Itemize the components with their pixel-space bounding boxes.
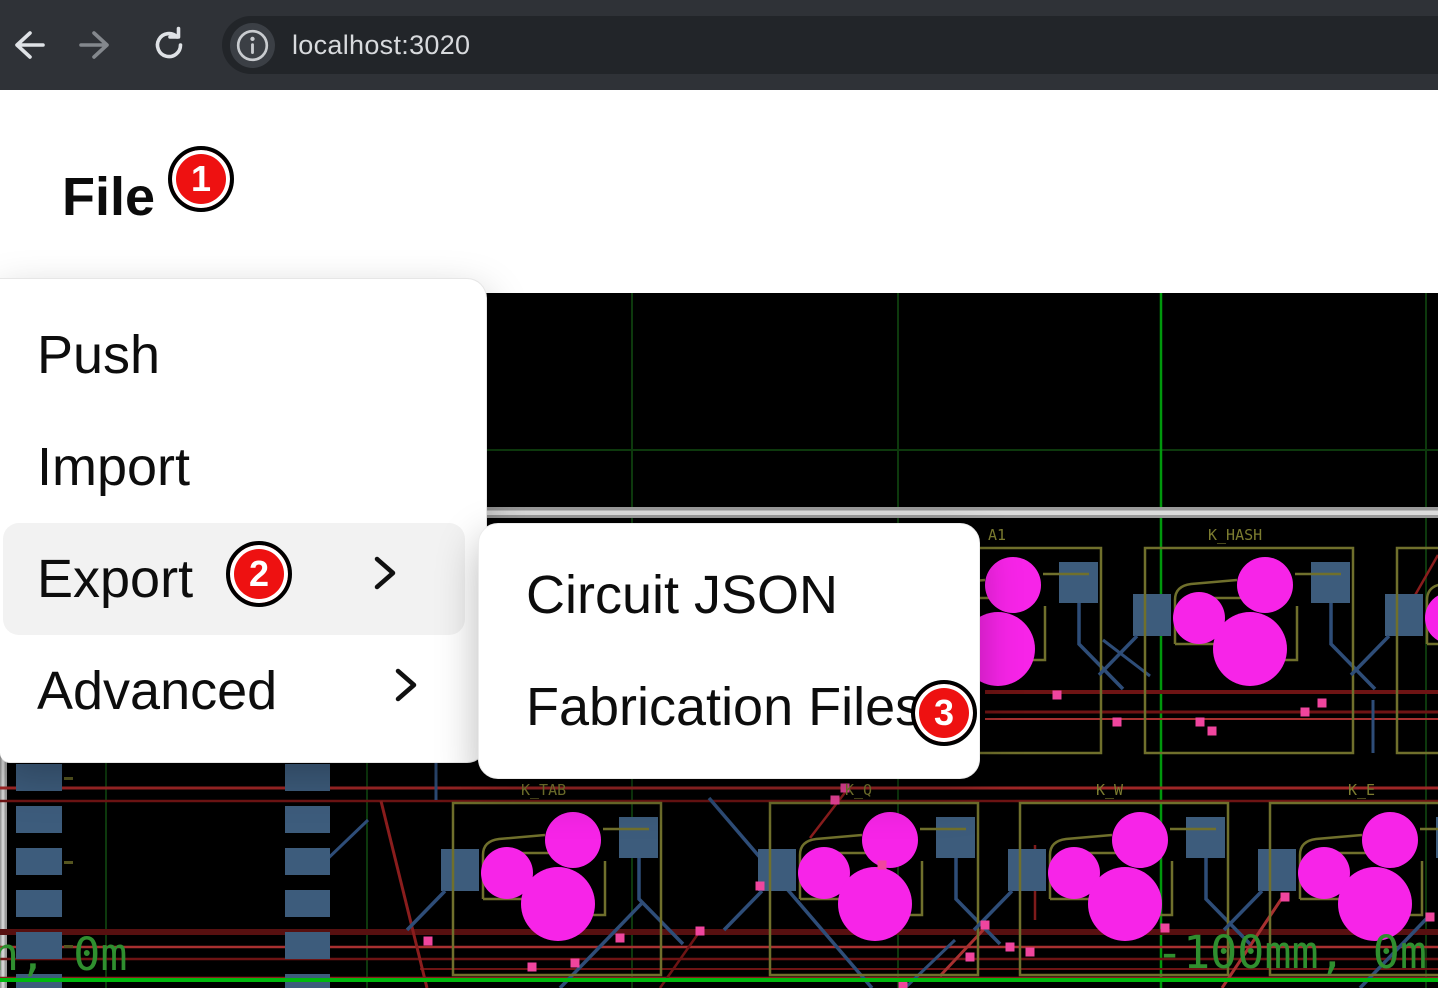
info-icon	[230, 23, 275, 68]
annotation-badge-3: 3	[911, 680, 977, 746]
submenu-item-fabrication-files[interactable]: Fabrication Files	[479, 651, 979, 763]
export-submenu: Circuit JSON Fabrication Files	[478, 523, 980, 779]
file-menu-trigger[interactable]: File	[62, 166, 155, 228]
forward-arrow-icon	[76, 24, 118, 66]
label-k-q: K_Q	[845, 781, 872, 799]
screen: K_TAB K_Q K_W K_E A1 K_HASH n, 0m -100mm…	[0, 0, 1438, 988]
back-arrow-icon	[6, 24, 48, 66]
menu-item-label: Advanced	[37, 660, 277, 722]
submenu-item-label: Fabrication Files	[526, 676, 922, 738]
badge-number: 3	[934, 692, 954, 734]
label-k-w: K_W	[1096, 781, 1124, 799]
badge-number: 2	[249, 553, 269, 595]
coordinate-label-left: n, 0m	[0, 928, 127, 981]
annotation-badge-2: 2	[226, 541, 292, 607]
forward-button[interactable]	[75, 23, 119, 67]
site-info-button[interactable]	[230, 23, 275, 68]
menu-item-label: Import	[37, 436, 190, 498]
back-button[interactable]	[5, 23, 49, 67]
menu-item-advanced[interactable]: Advanced	[0, 635, 486, 747]
file-dropdown-menu: Push Import Export Advanced	[0, 278, 487, 763]
label-k-tab: K_TAB	[521, 781, 566, 799]
badge-number: 1	[191, 158, 211, 200]
chevron-right-icon	[393, 660, 419, 722]
browser-toolbar: localhost:3020	[0, 0, 1438, 90]
menu-item-import[interactable]: Import	[0, 411, 486, 523]
submenu-item-label: Circuit JSON	[526, 564, 838, 626]
label-k-hash: K_HASH	[1208, 526, 1262, 544]
reload-icon	[148, 24, 190, 66]
url-text: localhost:3020	[292, 16, 470, 74]
submenu-item-circuit-json[interactable]: Circuit JSON	[479, 539, 979, 651]
coordinate-label-right: -100mm, 0m	[1156, 926, 1427, 979]
menu-item-label: Export	[37, 548, 193, 610]
menu-item-push[interactable]: Push	[0, 299, 486, 411]
label-a1: A1	[988, 526, 1006, 544]
url-bar[interactable]: localhost:3020	[222, 16, 1438, 74]
reload-button[interactable]	[147, 23, 191, 67]
label-k-e: K_E	[1348, 781, 1375, 799]
chevron-right-icon	[372, 548, 398, 610]
annotation-badge-1: 1	[168, 146, 234, 212]
menu-item-label: Push	[37, 324, 160, 386]
